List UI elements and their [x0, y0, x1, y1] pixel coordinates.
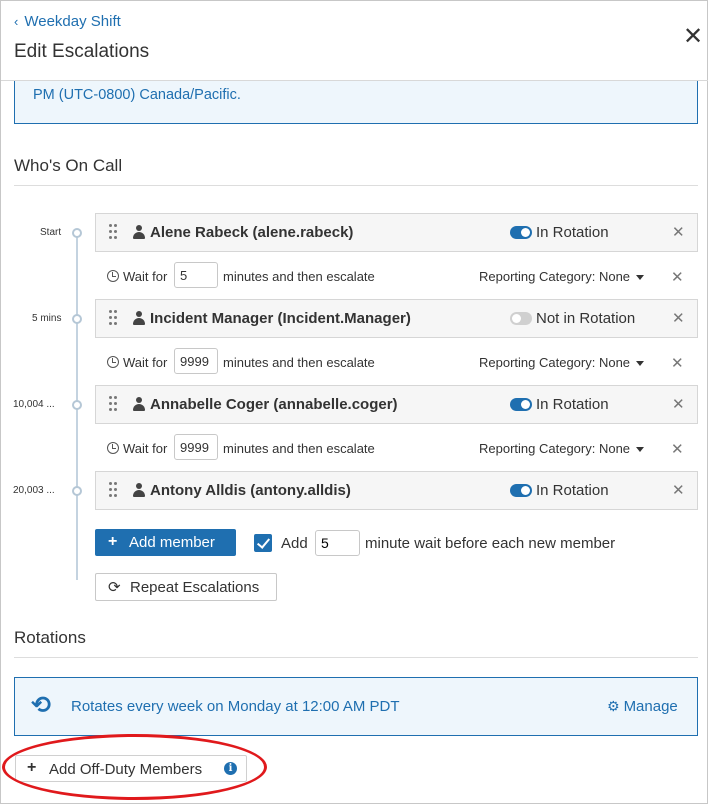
member-row[interactable]: Incident Manager (Incident.Manager) Not … [95, 299, 698, 338]
highlight-ellipse [2, 734, 267, 800]
caret-down-icon [636, 361, 645, 367]
rotation-status: In Rotation [536, 224, 609, 241]
member-row[interactable]: Antony Alldis (antony.alldis) In Rotatio… [95, 471, 698, 510]
rotation-toggle[interactable] [510, 398, 532, 411]
clock-icon [107, 270, 119, 282]
rotations-heading: Rotations [14, 628, 86, 647]
remove-icon[interactable]: ✕ [672, 395, 685, 413]
rotation-toggle[interactable] [510, 484, 532, 497]
section-divider [14, 185, 698, 186]
wait-minutes-input[interactable] [174, 434, 218, 460]
wait-suffix: minutes and then escalate [223, 269, 375, 284]
page-title: Edit Escalations [14, 41, 150, 62]
wait-minutes-input[interactable] [174, 348, 218, 374]
drag-handle-icon[interactable] [109, 396, 117, 412]
wait-minutes-input[interactable] [174, 262, 218, 288]
add-wait-checkbox[interactable] [254, 534, 272, 552]
caret-down-icon [636, 275, 645, 281]
user-icon [133, 483, 145, 497]
rotation-card: ⟲ Rotates every week on Monday at 12:00 … [14, 677, 698, 736]
add-wait-suffix: minute wait before each new member [365, 535, 616, 552]
wait-prefix: Wait for [123, 269, 168, 284]
user-icon [133, 397, 145, 411]
rotation-toggle[interactable] [510, 226, 532, 239]
wait-prefix: Wait for [123, 441, 168, 456]
member-name: Incident Manager (Incident.Manager) [150, 310, 411, 327]
reporting-category-dropdown[interactable]: Reporting Category: None [479, 355, 645, 370]
add-member-label: Add member [129, 534, 215, 551]
refresh-icon: ⟳ [108, 579, 121, 596]
clock-icon [107, 442, 119, 454]
reporting-category-label: Reporting Category: None [479, 269, 631, 284]
wait-row: Wait for minutes and then escalate Repor… [95, 260, 698, 295]
reporting-category-label: Reporting Category: None [479, 355, 631, 370]
repeat-escalations-label: Repeat Escalations [130, 579, 260, 596]
rotation-status: Not in Rotation [536, 310, 636, 327]
drag-handle-icon[interactable] [109, 310, 117, 326]
add-wait-minutes-input[interactable] [315, 530, 360, 556]
caret-down-icon [636, 447, 645, 453]
back-link-label: Weekday Shift [24, 13, 121, 30]
add-wait-prefix: Add [281, 535, 308, 552]
member-row[interactable]: Alene Rabeck (alene.rabeck) In Rotation … [95, 213, 698, 252]
sync-icon: ⟲ [31, 692, 52, 719]
close-icon[interactable]: ✕ [683, 25, 703, 49]
timeline-label: 20,003 ... [13, 485, 55, 496]
rotation-toggle[interactable] [510, 312, 532, 325]
gear-icon: ⚙ [607, 698, 620, 714]
back-link[interactable]: ‹ Weekday Shift [14, 13, 121, 30]
escalation-panel: ‹ Weekday Shift Edit Escalations ✕ PM (UT… [0, 0, 708, 804]
timeline-label: 5 mins [32, 313, 62, 324]
chevron-left-icon: ‹ [14, 14, 19, 29]
reporting-category-label: Reporting Category: None [479, 441, 631, 456]
user-icon [133, 311, 145, 325]
whos-on-call-heading: Who's On Call [14, 156, 123, 175]
repeat-escalations-button[interactable]: ⟳ Repeat Escalations [95, 573, 277, 601]
rotation-status: In Rotation [536, 396, 609, 413]
remove-icon[interactable]: ✕ [672, 223, 685, 241]
reporting-category-dropdown[interactable]: Reporting Category: None [479, 269, 645, 284]
remove-icon[interactable]: ✕ [671, 440, 684, 458]
clock-icon [107, 356, 119, 368]
wait-prefix: Wait for [123, 355, 168, 370]
remove-icon[interactable]: ✕ [672, 481, 685, 499]
member-name: Annabelle Coger (annabelle.coger) [150, 396, 398, 413]
plus-icon: + [108, 533, 118, 550]
member-row[interactable]: Annabelle Coger (annabelle.coger) In Rot… [95, 385, 698, 424]
manage-label: Manage [623, 698, 678, 715]
user-icon [133, 225, 145, 239]
section-divider [14, 657, 698, 658]
member-name: Antony Alldis (antony.alldis) [150, 482, 351, 499]
wait-suffix: minutes and then escalate [223, 441, 375, 456]
wait-suffix: minutes and then escalate [223, 355, 375, 370]
reporting-category-dropdown[interactable]: Reporting Category: None [479, 441, 645, 456]
drag-handle-icon[interactable] [109, 224, 117, 240]
remove-icon[interactable]: ✕ [671, 354, 684, 372]
remove-icon[interactable]: ✕ [672, 309, 685, 327]
drag-handle-icon[interactable] [109, 482, 117, 498]
timeline-label: 10,004 ... [13, 399, 55, 410]
add-member-button[interactable]: + Add member [95, 529, 236, 556]
rotation-status: In Rotation [536, 482, 609, 499]
remove-icon[interactable]: ✕ [671, 268, 684, 286]
wait-row: Wait for minutes and then escalate Repor… [95, 346, 698, 381]
info-banner-text: PM (UTC-0800) Canada/Pacific. [33, 87, 241, 103]
member-name: Alene Rabeck (alene.rabeck) [150, 224, 354, 241]
info-banner: PM (UTC-0800) Canada/Pacific. [14, 81, 698, 124]
wait-row: Wait for minutes and then escalate Repor… [95, 432, 698, 467]
manage-link[interactable]: ⚙ Manage [607, 698, 678, 715]
rotation-description: Rotates every week on Monday at 12:00 AM… [71, 698, 400, 715]
